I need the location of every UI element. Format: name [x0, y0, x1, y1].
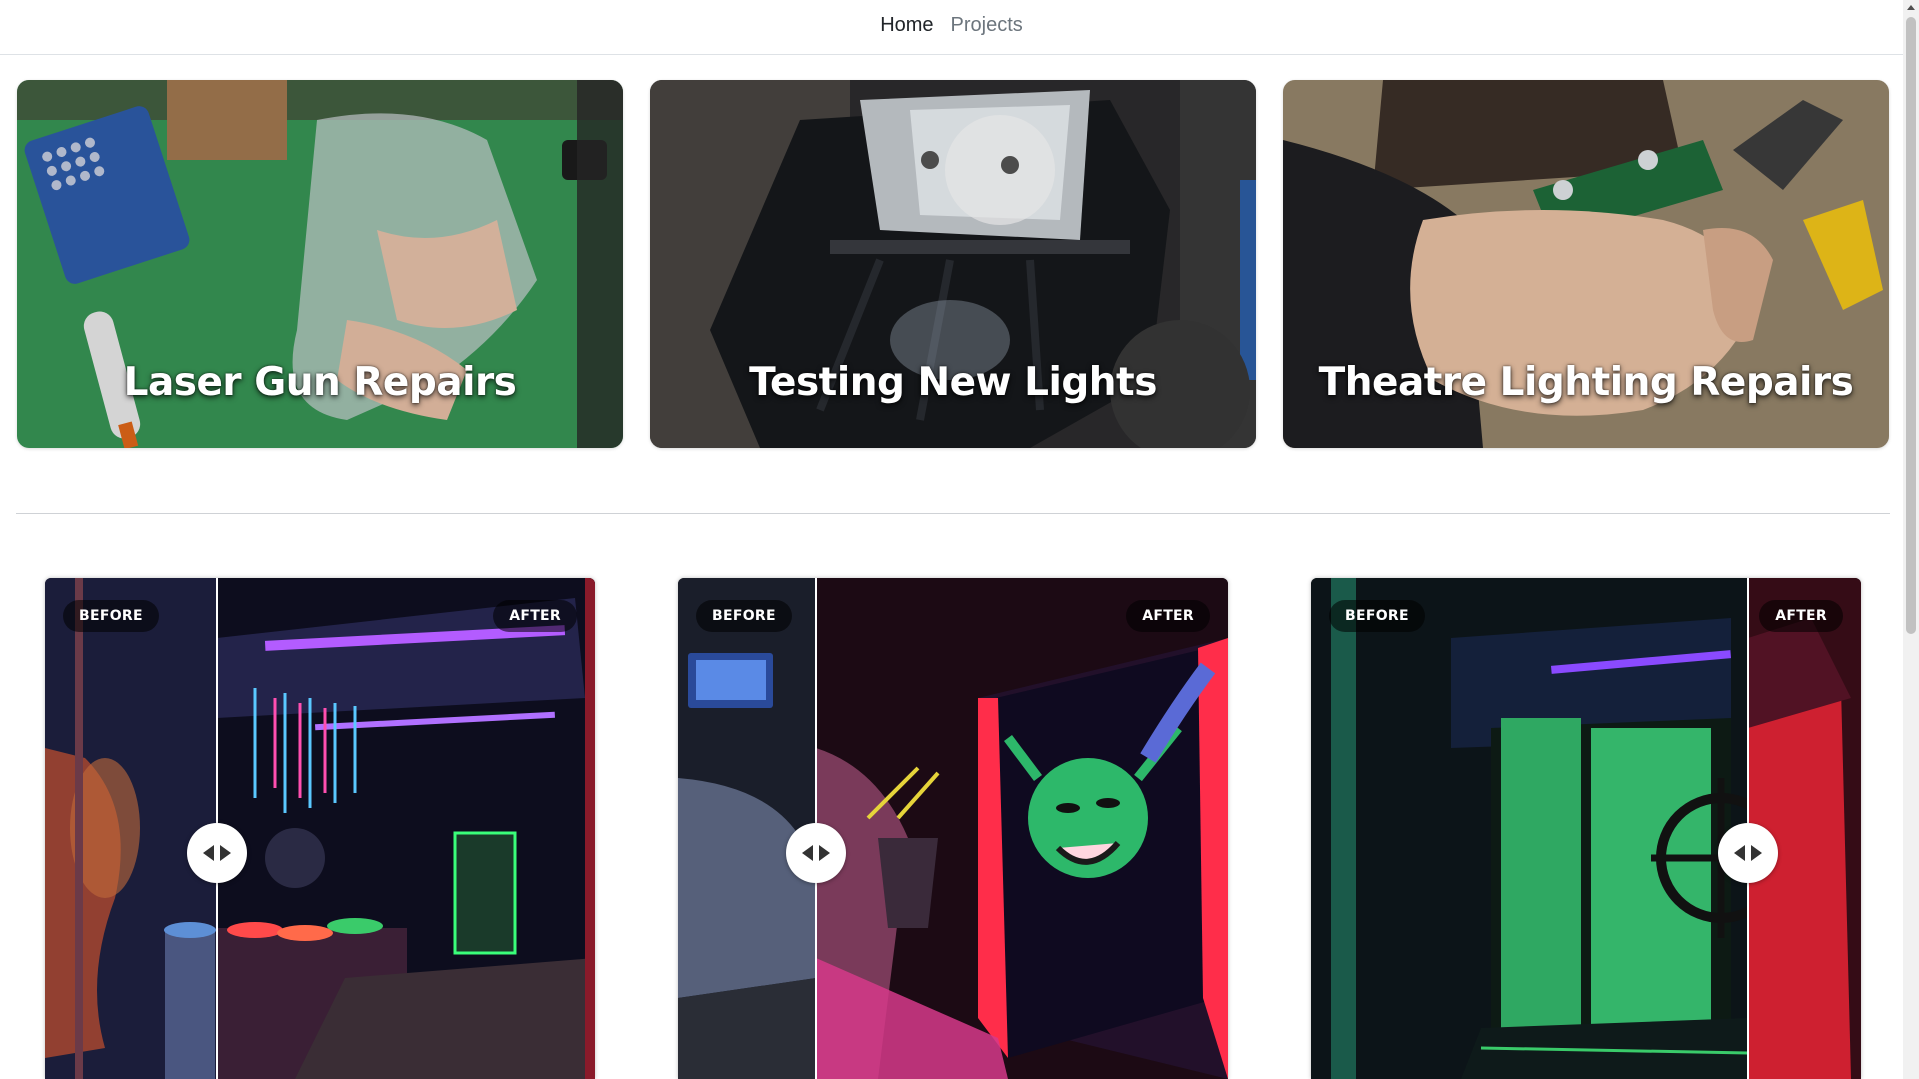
before-after-image-alien-wall	[678, 578, 1228, 1079]
project-card-testing-new-lights[interactable]: Testing New Lights	[650, 80, 1256, 448]
before-after-slider-2[interactable]: BEFORE AFTER	[678, 578, 1228, 1079]
after-label: AFTER	[1759, 600, 1843, 632]
before-after-image-arena-corridor	[45, 578, 595, 1079]
before-label: BEFORE	[63, 600, 159, 632]
project-card-theatre-lighting-repairs[interactable]: Theatre Lighting Repairs	[1283, 80, 1889, 448]
scrollbar-thumb[interactable]	[1906, 17, 1916, 634]
project-card-laser-gun-repairs[interactable]: Laser Gun Repairs	[17, 80, 623, 448]
before-label: BEFORE	[1329, 600, 1425, 632]
before-after-image-target-room	[1311, 578, 1861, 1079]
before-label: BEFORE	[696, 600, 792, 632]
slider-handle[interactable]	[1718, 823, 1778, 883]
nav-link-home[interactable]: Home	[880, 14, 933, 37]
arrow-right-icon	[220, 845, 231, 861]
card-title: Testing New Lights	[749, 360, 1157, 405]
arrow-right-icon	[1751, 845, 1762, 861]
after-label: AFTER	[1126, 600, 1210, 632]
arrow-left-icon	[1734, 845, 1745, 861]
before-after-slider-1[interactable]: BEFORE AFTER	[45, 578, 595, 1079]
top-navbar: Home Projects	[0, 0, 1903, 55]
nav-link-projects[interactable]: Projects	[951, 14, 1023, 37]
arrow-right-icon	[819, 845, 830, 861]
card-title: Theatre Lighting Repairs	[1318, 360, 1854, 405]
page-scrollbar[interactable]	[1903, 0, 1919, 1079]
after-label: AFTER	[493, 600, 577, 632]
arrow-left-icon	[203, 845, 214, 861]
arrow-left-icon	[802, 845, 813, 861]
scroll-up-arrow-icon[interactable]	[1907, 5, 1915, 10]
slider-handle[interactable]	[187, 823, 247, 883]
card-title: Laser Gun Repairs	[123, 360, 517, 405]
slider-handle[interactable]	[786, 823, 846, 883]
before-after-slider-3[interactable]: BEFORE AFTER	[1311, 578, 1861, 1079]
project-cards: Laser Gun Repairs Testing New Lights The…	[17, 80, 1890, 448]
section-divider	[16, 513, 1890, 514]
